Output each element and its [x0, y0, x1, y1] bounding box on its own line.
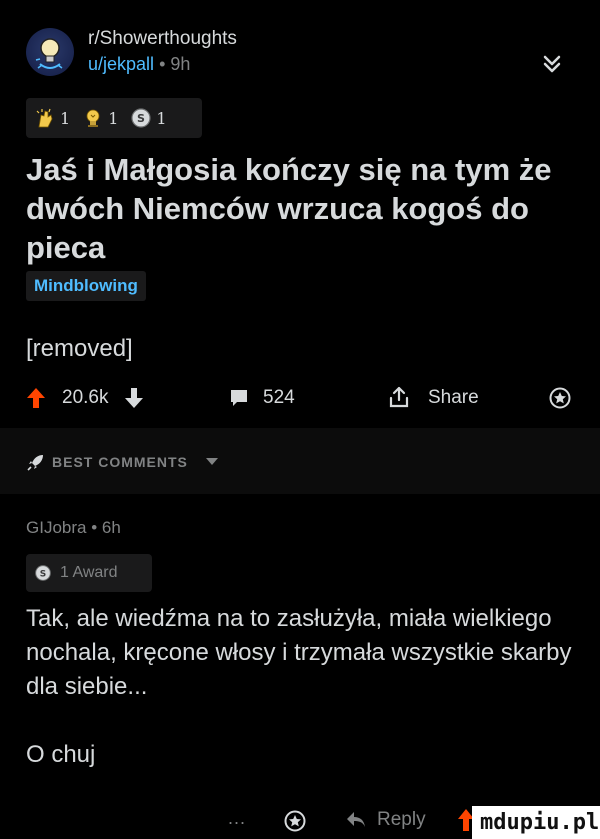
- meta-separator: •: [159, 54, 171, 74]
- comment-meta: GIJobra • 6h: [26, 518, 121, 538]
- comment-paragraph: O chuj: [26, 741, 96, 768]
- post-meta: u/jekpall • 9h: [88, 54, 190, 75]
- svg-text:S: S: [40, 569, 46, 579]
- award-silver: S 1: [130, 107, 167, 129]
- clapping-hands-icon: [36, 108, 53, 128]
- svg-text:S: S: [137, 112, 145, 125]
- reply-arrow-icon[interactable]: [345, 810, 367, 830]
- caret-down-icon[interactable]: [206, 458, 218, 466]
- author-link[interactable]: u/jekpall: [88, 54, 154, 74]
- upvote-arrow-icon[interactable]: [26, 387, 46, 409]
- post-title: Jaś i Małgosia kończy się na tym że dwóc…: [26, 152, 552, 265]
- comment-bubble-icon[interactable]: [229, 389, 249, 407]
- award-count: 1: [60, 108, 71, 128]
- comment-paragraph: Tak, ale wiedźma na to zasłużyła, miała …: [26, 605, 572, 700]
- share-button[interactable]: Share: [428, 387, 479, 409]
- site-watermark: mdupiu.pl: [472, 806, 600, 839]
- award-trophy: 1: [82, 107, 118, 129]
- post-score: 20.6k: [62, 387, 109, 408]
- comment-author[interactable]: GIJobra: [26, 518, 86, 537]
- downvote-arrow-icon[interactable]: [124, 387, 144, 409]
- trophy-bulb-icon: [86, 109, 100, 127]
- comment-age: 6h: [101, 518, 121, 537]
- award-count: 1: [156, 108, 167, 128]
- subreddit-avatar[interactable]: [26, 28, 74, 76]
- sort-label[interactable]: BEST COMMENTS: [52, 454, 188, 470]
- chevron-double-down-icon[interactable]: [540, 52, 564, 76]
- rocket-icon: [27, 455, 43, 471]
- lightbulb-icon: [35, 38, 63, 69]
- comment-sort-bar[interactable]: BEST COMMENTS: [0, 428, 600, 494]
- post-flair[interactable]: Mindblowing: [26, 271, 146, 301]
- award-gift-icon[interactable]: [549, 387, 571, 409]
- comment-awards[interactable]: S 1 Award: [26, 554, 152, 592]
- more-options-button[interactable]: ...: [228, 808, 246, 829]
- award-clapping: 1: [34, 107, 70, 129]
- reply-button[interactable]: Reply: [377, 809, 426, 831]
- award-gift-icon[interactable]: [284, 810, 306, 832]
- silver-coin-icon: S: [35, 565, 51, 581]
- comment-count[interactable]: 524: [263, 387, 295, 409]
- subreddit-name[interactable]: r/Showerthoughts: [88, 28, 237, 50]
- award-count: 1: [108, 108, 119, 128]
- post-awards[interactable]: 1 1 S 1: [26, 98, 202, 138]
- post-age: 9h: [170, 54, 191, 74]
- share-icon[interactable]: [388, 386, 410, 408]
- silver-coin-icon: S: [131, 108, 151, 128]
- comment-body: Tak, ale wiedźma na to zasłużyła, miała …: [26, 602, 586, 806]
- comment-award-label: 1 Award: [60, 564, 118, 581]
- meta-separator: •: [91, 518, 98, 537]
- post-header: r/Showerthoughts u/jekpall • 9h: [0, 0, 600, 90]
- post-actions: 20.6k 524 Share: [0, 375, 600, 419]
- post-body: [removed]: [26, 335, 133, 362]
